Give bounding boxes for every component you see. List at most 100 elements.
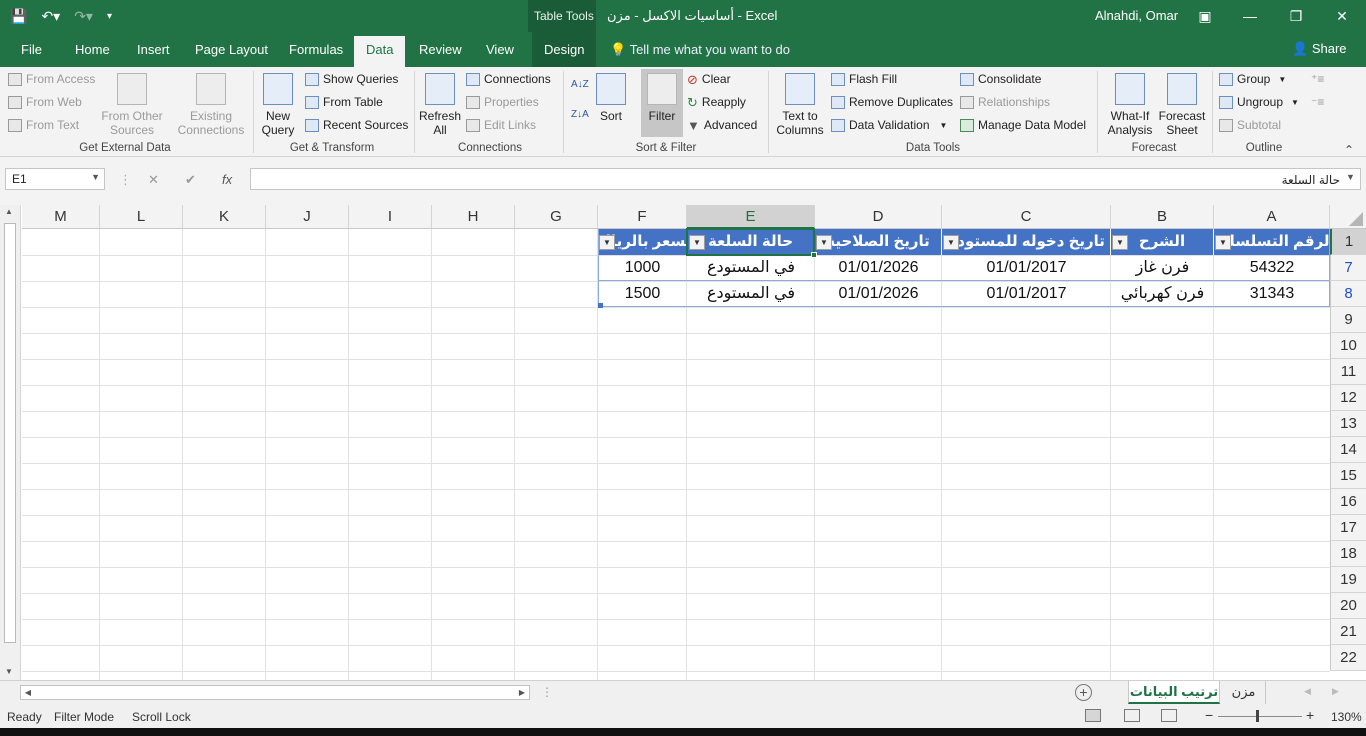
save-icon[interactable]: 💾: [10, 8, 27, 25]
next-sheet-icon[interactable]: ▶: [1332, 686, 1339, 697]
column-header-g[interactable]: G: [515, 205, 598, 229]
tab-review[interactable]: Review: [419, 42, 462, 57]
ungroup-button[interactable]: Ungroup ▼: [1219, 95, 1299, 109]
refresh-all-button[interactable]: Refresh All: [418, 73, 462, 137]
close-icon[interactable]: ✕: [1330, 4, 1354, 28]
row-header-11[interactable]: 11: [1330, 359, 1366, 385]
properties-button[interactable]: Properties: [466, 95, 539, 109]
minimize-icon[interactable]: —: [1238, 4, 1262, 28]
page-break-view-icon[interactable]: [1161, 709, 1177, 722]
row-header-17[interactable]: 17: [1330, 515, 1366, 541]
undo-icon[interactable]: ↶▾: [41, 8, 60, 25]
sort-button[interactable]: Sort: [594, 73, 628, 123]
row-header-15[interactable]: 15: [1330, 463, 1366, 489]
forecast-sheet-button[interactable]: Forecast Sheet: [1158, 73, 1206, 137]
tab-design[interactable]: Design: [532, 32, 597, 67]
zoom-out-icon[interactable]: −: [1205, 707, 1213, 723]
tab-page-layout[interactable]: Page Layout: [195, 42, 268, 57]
tab-insert[interactable]: Insert: [137, 42, 170, 57]
fill-handle[interactable]: [811, 252, 817, 258]
sort-az-icon[interactable]: A↓Z: [571, 79, 589, 90]
insert-function-icon[interactable]: fx: [222, 172, 232, 187]
row-header-20[interactable]: 20: [1330, 593, 1366, 619]
vertical-scrollbar[interactable]: ▲ ▼: [0, 205, 21, 680]
tab-formulas[interactable]: Formulas: [289, 42, 343, 57]
column-header-m[interactable]: M: [22, 205, 100, 229]
edit-links-button[interactable]: Edit Links: [466, 118, 536, 132]
zoom-in-icon[interactable]: +: [1306, 707, 1314, 723]
group-button[interactable]: Group ▼: [1219, 72, 1286, 86]
column-header-k[interactable]: K: [183, 205, 266, 229]
column-header-b[interactable]: B: [1111, 205, 1214, 229]
tab-home[interactable]: Home: [75, 42, 110, 57]
vertical-scroll-thumb[interactable]: [4, 223, 16, 643]
ribbon-display-icon[interactable]: ▣: [1193, 4, 1217, 28]
tab-view[interactable]: View: [486, 42, 514, 57]
column-header-f[interactable]: F: [598, 205, 687, 229]
row-header-10[interactable]: 10: [1330, 333, 1366, 359]
row-header-14[interactable]: 14: [1330, 437, 1366, 463]
from-web-button[interactable]: From Web: [8, 95, 82, 109]
add-sheet-icon[interactable]: +: [1075, 684, 1092, 701]
subtotal-button[interactable]: Subtotal: [1219, 118, 1281, 132]
chevron-down-icon[interactable]: ▼: [91, 172, 100, 182]
row-header-22[interactable]: 22: [1330, 645, 1366, 671]
tab-file[interactable]: File: [21, 42, 42, 57]
what-if-analysis-button[interactable]: What-If Analysis: [1101, 73, 1159, 137]
column-header-d[interactable]: D: [815, 205, 942, 229]
flash-fill-button[interactable]: Flash Fill: [831, 72, 897, 86]
enter-icon[interactable]: ✔: [185, 172, 196, 188]
from-access-button[interactable]: From Access: [8, 72, 95, 86]
zoom-slider[interactable]: [1218, 716, 1302, 717]
scroll-up-icon[interactable]: ▲: [5, 207, 13, 216]
row-header-9[interactable]: 9: [1330, 307, 1366, 333]
row-header-19[interactable]: 19: [1330, 567, 1366, 593]
zoom-slider-thumb[interactable]: [1256, 710, 1259, 722]
recent-sources-button[interactable]: Recent Sources: [305, 118, 408, 132]
formula-input[interactable]: حالة السلعة: [250, 168, 1361, 190]
new-query-button[interactable]: New Query: [256, 73, 300, 137]
sheet-tab-muzn[interactable]: مزن: [1222, 681, 1266, 704]
user-name[interactable]: Alnahdi, Omar: [1095, 8, 1178, 23]
scroll-right-icon[interactable]: ▶: [515, 686, 529, 699]
prev-sheet-icon[interactable]: ◀: [1304, 686, 1311, 697]
manage-data-model-button[interactable]: Manage Data Model: [960, 118, 1086, 132]
connections-button[interactable]: Connections: [466, 72, 551, 86]
page-layout-view-icon[interactable]: [1124, 709, 1140, 722]
column-header-a[interactable]: A: [1214, 205, 1330, 229]
sort-za-icon[interactable]: Z↓A: [571, 109, 589, 120]
column-header-j[interactable]: J: [266, 205, 349, 229]
zoom-level[interactable]: 130%: [1331, 710, 1362, 724]
redo-icon[interactable]: ↷▾: [74, 8, 93, 25]
column-header-c[interactable]: C: [942, 205, 1111, 229]
normal-view-icon[interactable]: [1085, 709, 1101, 722]
row-header-16[interactable]: 16: [1330, 489, 1366, 515]
scroll-left-icon[interactable]: ◀: [21, 686, 35, 699]
column-header-i[interactable]: I: [349, 205, 432, 229]
reapply-button[interactable]: ↻ Reapply: [687, 95, 746, 109]
row-header-8[interactable]: 8: [1330, 281, 1366, 307]
from-table-button[interactable]: From Table: [305, 95, 383, 109]
scroll-down-icon[interactable]: ▼: [5, 667, 13, 676]
column-header-h[interactable]: H: [432, 205, 515, 229]
column-header-e[interactable]: E: [687, 205, 815, 229]
relationships-button[interactable]: Relationships: [960, 95, 1050, 109]
show-detail-icon[interactable]: ⁺≡: [1311, 72, 1324, 86]
select-all-corner[interactable]: [1330, 205, 1366, 229]
row-header-7[interactable]: 7: [1330, 255, 1366, 281]
column-header-l[interactable]: L: [100, 205, 183, 229]
cancel-icon[interactable]: ✕: [148, 172, 159, 188]
horizontal-scrollbar[interactable]: ◀ ▶: [20, 685, 530, 700]
advanced-filter-button[interactable]: ▼ Advanced: [687, 118, 757, 132]
row-header-13[interactable]: 13: [1330, 411, 1366, 437]
text-to-columns-button[interactable]: Text to Columns: [772, 73, 828, 137]
collapse-ribbon-icon[interactable]: ⌃: [1344, 143, 1354, 157]
clear-filter-button[interactable]: ⊘ Clear: [687, 72, 731, 86]
filter-button[interactable]: Filter: [641, 73, 683, 123]
tell-me-box[interactable]: 💡 Tell me what you want to do: [610, 42, 790, 58]
row-header-12[interactable]: 12: [1330, 385, 1366, 411]
share-button[interactable]: 👤 Share: [1292, 41, 1347, 57]
from-other-sources-button[interactable]: From Other Sources: [98, 73, 166, 137]
row-header-21[interactable]: 21: [1330, 619, 1366, 645]
name-box[interactable]: E1 ▼: [5, 168, 105, 190]
